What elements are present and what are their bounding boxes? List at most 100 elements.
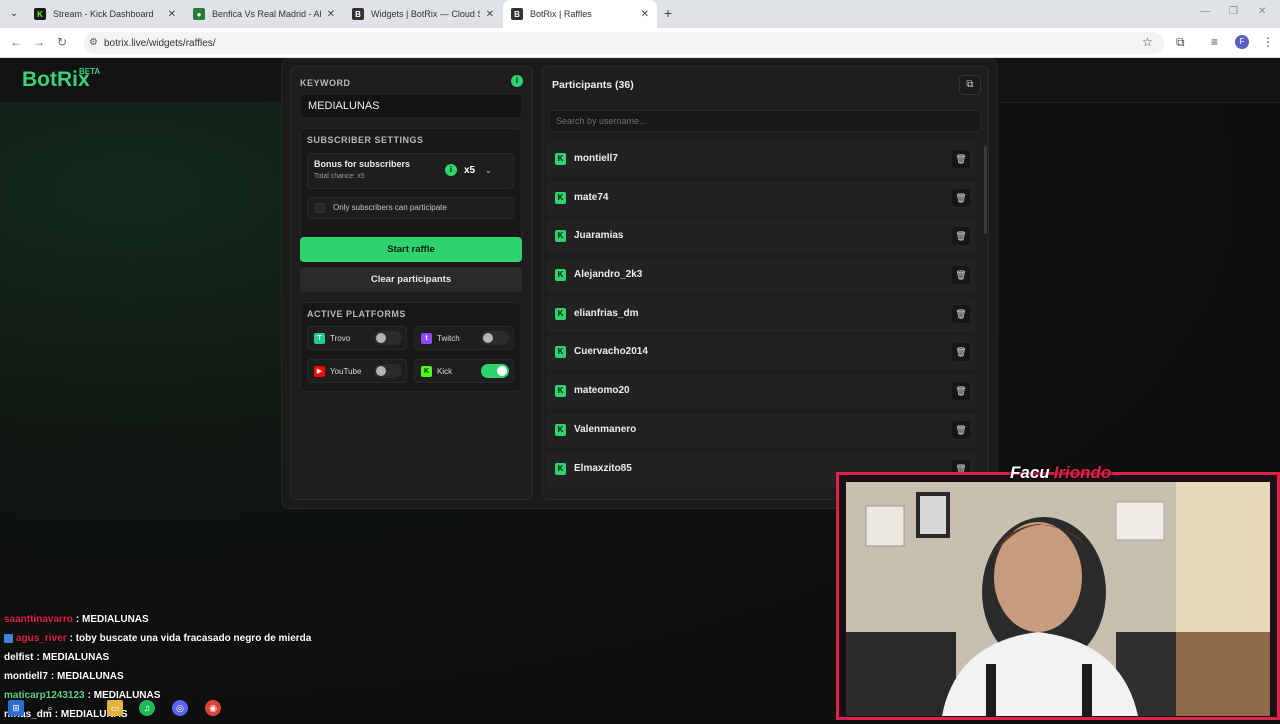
participant-username: mate74 xyxy=(574,191,609,203)
tab-close-icon[interactable]: ✕ xyxy=(486,9,494,20)
participant-row: K montiell7 🗑 xyxy=(546,142,976,177)
participant-row: K Cuervacho2014 🗑 xyxy=(546,335,976,371)
trash-icon[interactable]: 🗑 xyxy=(952,382,970,401)
browser-tab-botrix-widgets[interactable]: B Widgets | BotRix — Cloud Strea ✕ xyxy=(344,0,502,28)
platform-name: Trovo xyxy=(330,334,351,343)
trash-icon[interactable]: 🗑 xyxy=(952,227,970,246)
tab-search-icon[interactable]: ⌄ xyxy=(6,6,22,22)
platform-name: Kick xyxy=(437,367,453,376)
trash-icon[interactable]: 🗑 xyxy=(952,266,970,285)
discord-icon[interactable]: ◎ xyxy=(172,700,188,716)
tab-close-icon[interactable]: ✕ xyxy=(168,9,176,20)
chat-message: delfist : MEDIALUNAS xyxy=(4,648,424,667)
forward-icon[interactable]: → xyxy=(33,35,45,49)
tab-title: Widgets | BotRix — Cloud Strea xyxy=(371,9,480,19)
tab-close-icon[interactable]: ✕ xyxy=(327,9,335,20)
participant-row: K mate74 🗑 xyxy=(546,180,976,216)
participant-username: montiell7 xyxy=(574,153,618,164)
trash-icon[interactable]: 🗑 xyxy=(952,150,970,168)
trash-icon[interactable]: 🗑 xyxy=(952,188,970,207)
kick-icon: K xyxy=(421,366,432,377)
keyword-label: KEYWORD xyxy=(300,78,351,88)
minimize-icon[interactable]: — xyxy=(1200,6,1210,17)
only-subscribers-checkbox[interactable] xyxy=(315,203,325,213)
kick-icon: K xyxy=(555,191,566,204)
chat-username: delfist xyxy=(4,652,34,663)
trash-icon[interactable]: 🗑 xyxy=(952,304,970,323)
copy-icon[interactable]: ⧉ xyxy=(959,75,981,95)
maximize-icon[interactable]: ❐ xyxy=(1229,6,1238,17)
browser-tab-kick-dashboard[interactable]: K Stream - Kick Dashboard ✕ xyxy=(26,0,184,28)
browser-tab-benfica[interactable]: ● Benfica Vs Real Madrid - Alinea ✕ xyxy=(185,0,343,28)
youtube-toggle[interactable] xyxy=(374,364,402,378)
reload-icon[interactable]: ↻ xyxy=(57,35,67,49)
site-favicon-icon: ● xyxy=(193,8,205,20)
bookmark-star-icon[interactable]: ☆ xyxy=(1142,35,1153,49)
participant-username: Alejandro_2k3 xyxy=(574,269,643,281)
back-icon[interactable]: ← xyxy=(10,35,22,49)
participant-username: Valenmanero xyxy=(574,423,637,435)
participant-row: K elianfrias_dm 🗑 xyxy=(546,296,976,332)
keyword-input[interactable]: MEDIALUNAS xyxy=(300,94,522,118)
tab-title: BotRix | Raffles xyxy=(530,9,592,19)
participant-row: K Alejandro_2k3 🗑 xyxy=(546,258,976,294)
kick-icon: K xyxy=(555,462,566,475)
url-field[interactable]: ⚙ botrix.live/widgets/raffles/ xyxy=(84,32,1164,54)
browser-tab-botrix-raffles[interactable]: B BotRix | Raffles ✕ xyxy=(503,0,657,28)
multiplier-select[interactable]: x5 ⌄ xyxy=(464,161,506,179)
new-tab-icon[interactable]: + xyxy=(664,5,672,21)
kick-icon: K xyxy=(555,307,566,320)
chat-message: saanttinavarro : MEDIALUNAS xyxy=(4,610,424,629)
participant-search-input[interactable] xyxy=(549,110,981,132)
folder-icon[interactable]: ▭ xyxy=(107,700,123,716)
profile-avatar[interactable]: F xyxy=(1235,35,1249,49)
trash-icon[interactable]: 🗑 xyxy=(952,343,970,362)
tab-close-icon[interactable]: ✕ xyxy=(641,9,649,20)
windows-start-icon[interactable]: ⊞ xyxy=(8,700,24,716)
kick-toggle[interactable] xyxy=(481,364,509,378)
participant-username: Juaramias xyxy=(574,230,624,242)
twitch-icon: t xyxy=(421,333,432,344)
webcam-feed xyxy=(846,482,1270,716)
tab-title: Stream - Kick Dashboard xyxy=(53,9,154,19)
keyword-info-icon[interactable]: i xyxy=(511,75,523,87)
botrix-favicon-icon: B xyxy=(511,8,523,20)
trash-icon[interactable]: 🗑 xyxy=(952,420,970,439)
participants-scrollbar[interactable] xyxy=(984,146,987,234)
participant-row: K Valenmanero 🗑 xyxy=(546,412,976,448)
extensions-icon[interactable]: ⧉ xyxy=(1176,35,1185,50)
tab-title: Benfica Vs Real Madrid - Alinea xyxy=(212,9,321,19)
kick-icon: K xyxy=(555,230,566,243)
beta-badge: BETA xyxy=(79,67,101,76)
participant-row: K mateomo20 🗑 xyxy=(546,374,976,410)
participant-row: K Juaramias 🗑 xyxy=(546,219,976,255)
twitch-toggle[interactable] xyxy=(481,331,509,345)
site-info-icon[interactable]: ⚙ xyxy=(89,37,98,48)
browser-tab-strip: ⌄ K Stream - Kick Dashboard ✕ ● Benfica … xyxy=(0,0,1280,28)
participant-username: elianfrias_dm xyxy=(574,307,639,319)
chat-username: agus_river xyxy=(16,633,67,644)
media-controls-icon[interactable]: ≡ xyxy=(1211,35,1218,49)
participant-username: Cuervacho2014 xyxy=(574,346,648,358)
chat-text: : MEDIALUNAS xyxy=(50,671,124,682)
close-window-icon[interactable]: ✕ xyxy=(1258,6,1266,17)
chat-text: : MEDIALUNAS xyxy=(75,614,149,625)
browser-menu-icon[interactable]: ⋮ xyxy=(1262,35,1274,49)
clear-participants-button[interactable]: Clear participants xyxy=(300,267,522,292)
chat-text: : toby buscate una vida fracasado negro … xyxy=(69,633,312,644)
bonus-info-icon[interactable]: i xyxy=(445,164,457,176)
kick-icon: K xyxy=(555,153,566,165)
participants-title: Participants (36) xyxy=(552,79,634,91)
start-raffle-button[interactable]: Start raffle xyxy=(300,237,522,262)
webcam-scene xyxy=(846,482,1270,716)
chrome-icon[interactable]: ◉ xyxy=(205,700,221,716)
address-bar: ← → ↻ ⚙ botrix.live/widgets/raffles/ ☆ ⧉… xyxy=(0,28,1280,58)
search-icon[interactable]: ⌕ xyxy=(42,700,58,716)
kick-icon: K xyxy=(555,346,566,359)
only-subscribers-label: Only subscribers can participate xyxy=(333,203,447,212)
kick-icon: K xyxy=(555,423,566,436)
spotify-icon[interactable]: ♫ xyxy=(139,700,155,716)
trovo-toggle[interactable] xyxy=(374,331,402,345)
chat-username: montiell7 xyxy=(4,671,48,682)
streamer-first-name: Facu xyxy=(1010,463,1050,482)
